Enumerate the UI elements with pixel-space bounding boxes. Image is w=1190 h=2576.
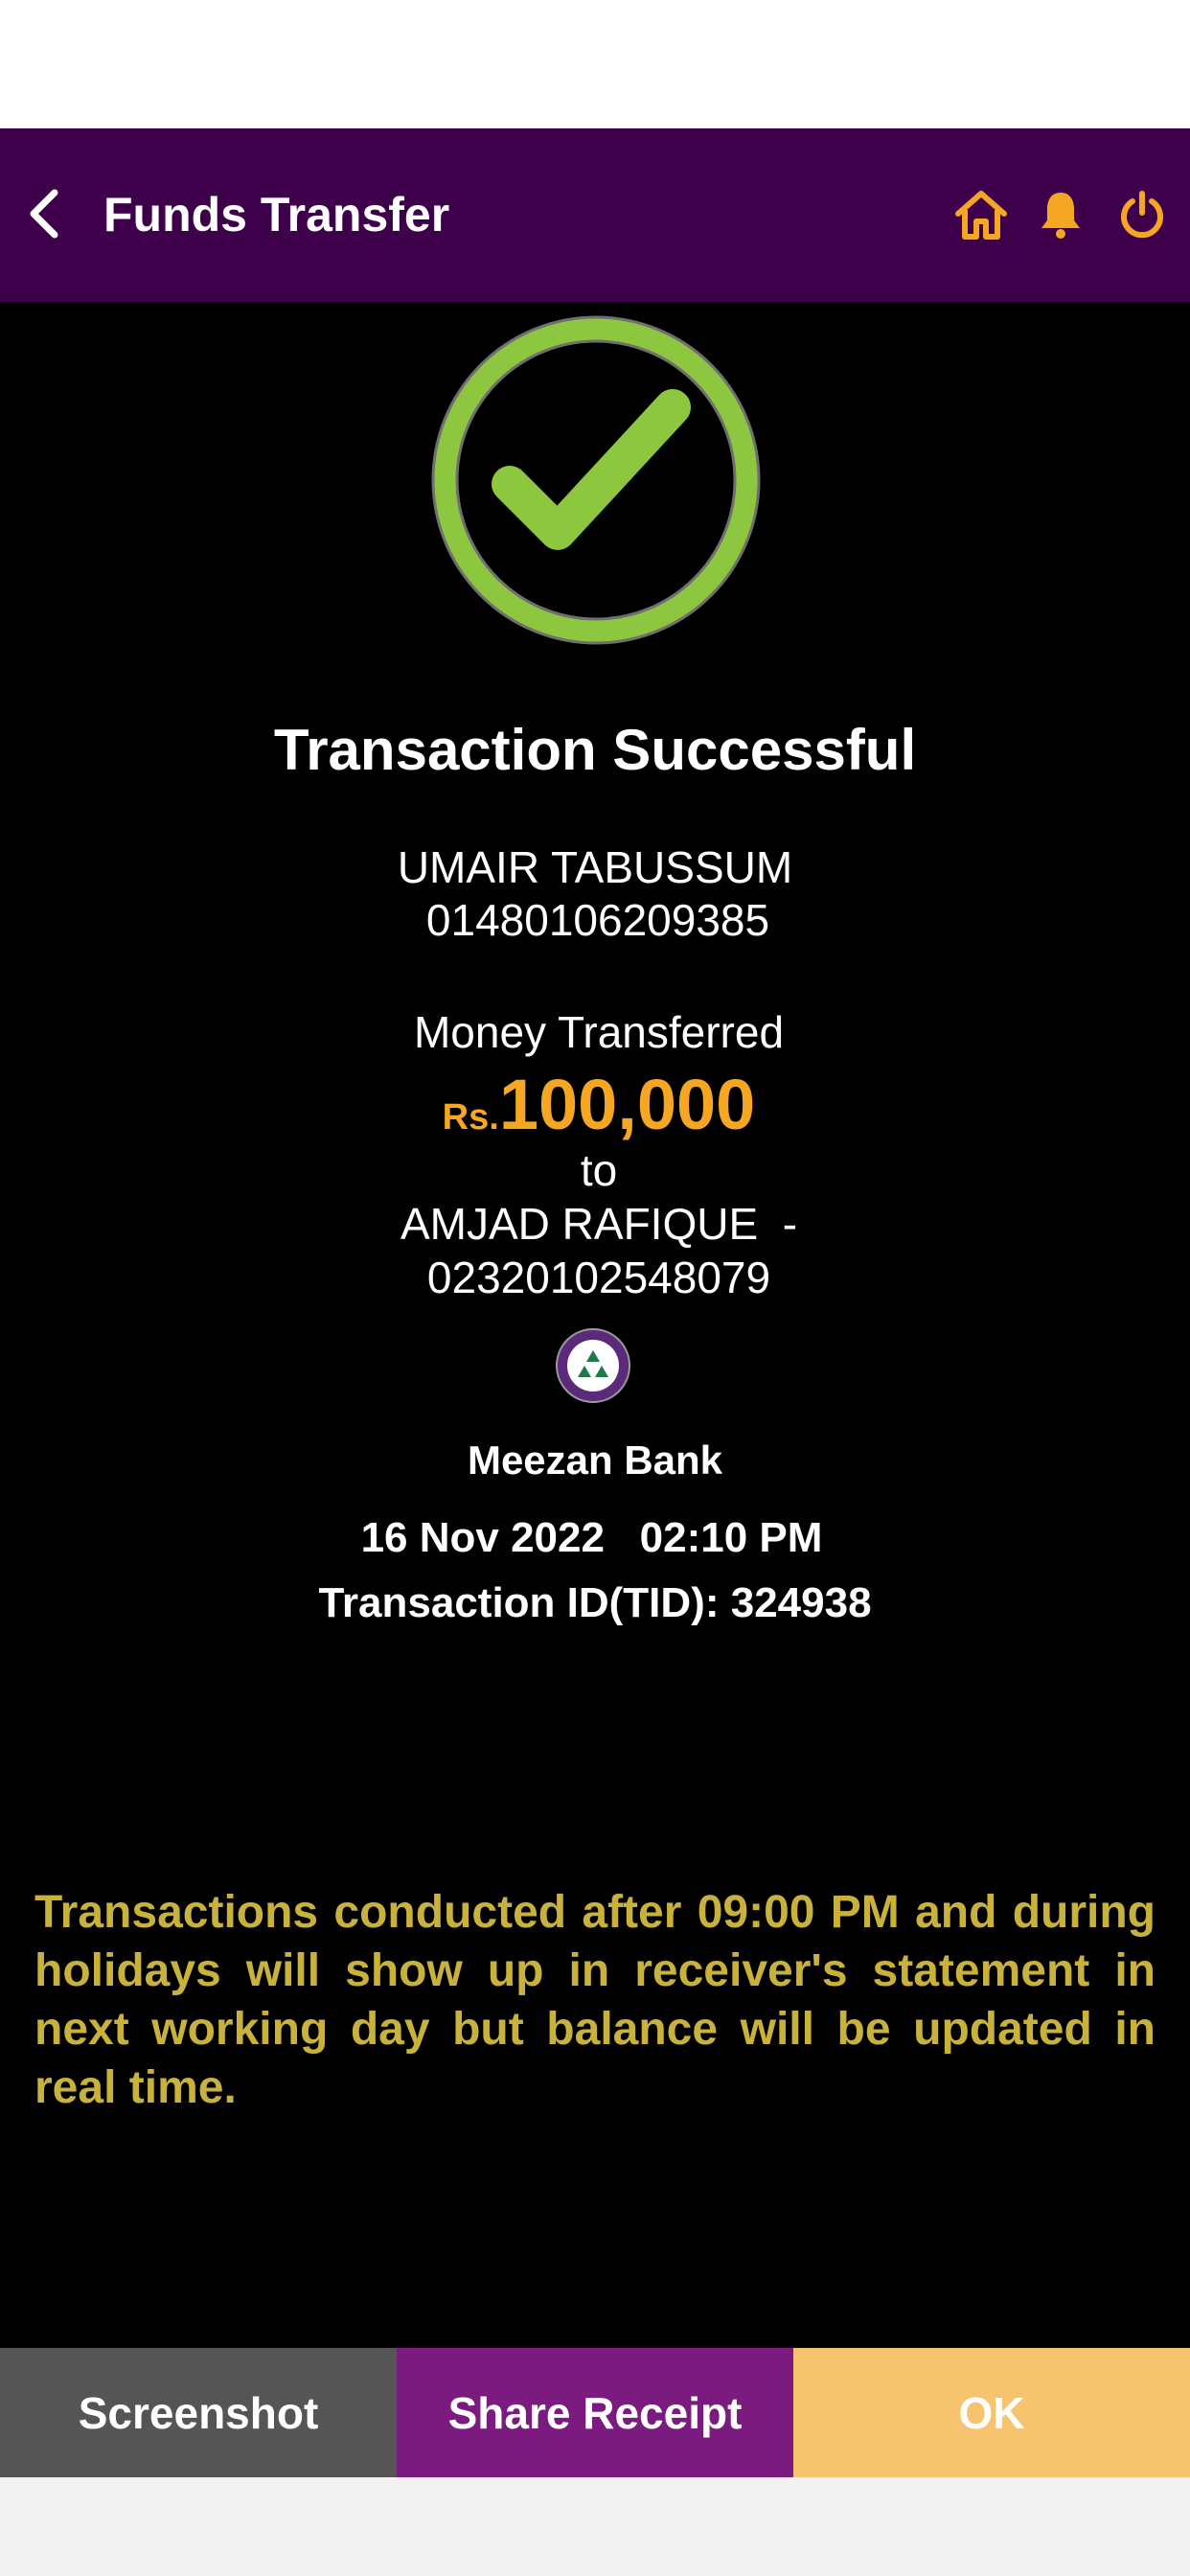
sender-account: 01480106209385 [425,895,770,945]
to-label: to [580,1145,618,1195]
power-icon [1121,191,1163,239]
home-button[interactable] [943,176,1019,253]
money-transferred-label: Money Transferred [413,1007,785,1057]
amount-value: 100,000 [498,1065,756,1144]
app-header: Funds Transfer [0,128,1190,302]
amount-display: Rs.100,000 [0,1064,1190,1145]
transaction-datetime: 16 Nov 2022 02:10 PM [0,1514,1190,1562]
page-title: Funds Transfer [103,188,450,242]
screenshot-button[interactable]: Screenshot [0,2348,397,2477]
notifications-button[interactable] [1022,176,1099,253]
status-bar-area [0,0,1190,128]
ok-button[interactable]: OK [793,2348,1190,2477]
check-circle-icon [431,315,761,645]
action-buttons: Screenshot Share Receipt OK [0,2348,1190,2477]
bank-name: Meezan Bank [467,1438,723,1483]
back-button[interactable] [10,171,77,257]
transaction-id: Transaction ID(TID): 324938 [0,1579,1190,1627]
currency-label: Rs. [442,1097,499,1138]
chevron-left-icon [30,189,58,239]
receipt-content: Transaction Successful UMAIR TABUSSUM 01… [0,302,1190,2348]
recipient-name: AMJAD RAFIQUE - [400,1199,798,1249]
share-receipt-button[interactable]: Share Receipt [397,2348,793,2477]
tid-label: Transaction ID(TID): [318,1579,720,1626]
disclaimer-text: Transactions conducted after 09:00 PM an… [34,1887,1156,2113]
home-indicator-area [0,2477,1190,2576]
bell-icon [1041,193,1080,239]
sender-name: UMAIR TABUSSUM [397,842,793,892]
transaction-date: 16 Nov 2022 [360,1514,605,1561]
recipient-account: 02320102548079 [426,1253,771,1302]
transaction-time: 02:10 PM [639,1514,823,1561]
status-title: Transaction Successful [273,718,917,782]
logout-button[interactable] [1104,176,1180,253]
meezan-bank-logo [556,1328,630,1403]
home-icon [955,191,1007,240]
tid-value: 324938 [730,1579,872,1626]
